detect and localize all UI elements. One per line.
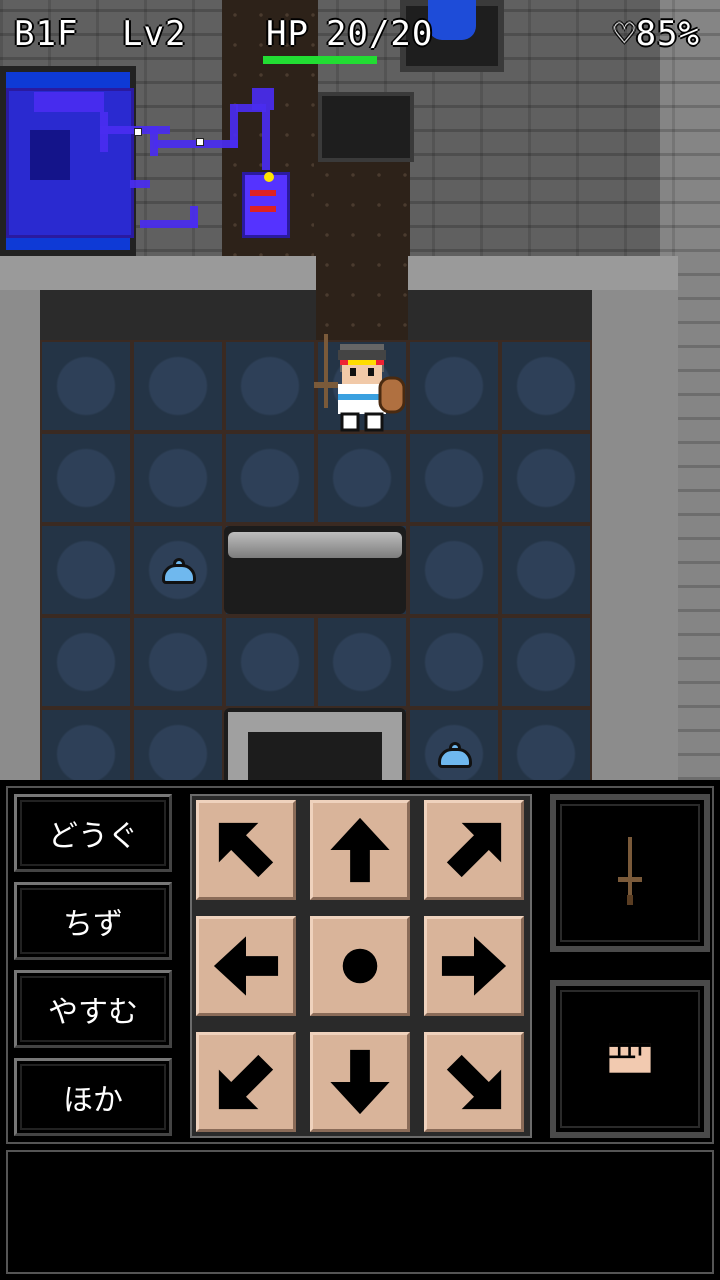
dpad-down-button[interactable] [310,1032,410,1132]
stone-pillar [224,526,406,614]
grab-button[interactable] [550,980,710,1138]
hp-value: 20/20 [326,14,434,54]
arrow-right-icon [441,936,507,996]
arrow-down-right-icon [446,1054,502,1110]
arrow-down-left-icon [218,1054,274,1110]
room-wall-left [0,290,40,780]
direction-pad [190,794,532,1138]
stone-pillar-lower [224,708,406,780]
menu-label: ほか [63,1083,123,1118]
minimap-current-room [242,172,290,238]
menu-label: どうぐ [48,819,138,854]
dpad-up-left-button[interactable] [196,800,296,900]
sword-icon [618,837,642,905]
level-indicator: Lv2 [122,14,187,54]
game-viewport: B1F Lv2 HP 20/20 ♡85% [0,0,720,780]
room-wall-inner-left [36,290,316,342]
dpad-left-button[interactable] [196,916,296,1016]
dpad-up-button[interactable] [310,800,410,900]
hero-player [314,334,406,432]
hp-bar [263,56,377,64]
menu-button-map[interactable]: ちず [14,882,172,960]
corridor-south [314,160,410,340]
minimap-player-marker [264,172,274,182]
dpad-up-right-button[interactable] [424,800,524,900]
water-drop [428,0,476,40]
menu-button-items[interactable]: どうぐ [14,794,172,872]
menu-label: ちず [63,907,123,942]
hp-bar-fill [263,56,377,64]
fist-icon [605,1043,655,1077]
arrow-up-left-icon [218,822,274,878]
dot-icon [342,948,378,984]
dpad-down-left-button[interactable] [196,1032,296,1132]
arrow-up-right-icon [446,822,502,878]
floor-indicator: B1F [14,14,79,54]
slime-enemy[interactable] [162,558,196,584]
menu-button-rest[interactable]: やすむ [14,970,172,1048]
arrow-down-icon [330,1049,390,1115]
control-panel: どうぐ ちず やすむ ほか [6,786,714,1144]
hp-label: HP [266,14,309,54]
dpad-down-right-button[interactable] [424,1032,524,1132]
dpad-right-button[interactable] [424,916,524,1016]
room-wall-right [592,290,678,780]
wall-notch [318,92,414,162]
arrow-left-icon [213,936,279,996]
slime-enemy[interactable] [438,742,472,768]
menu-button-other[interactable]: ほか [14,1058,172,1136]
arrow-up-icon [330,817,390,883]
menu-label: やすむ [48,995,138,1030]
message-log [6,1150,714,1274]
room-wall-inner-right [408,290,594,342]
dpad-wait-button[interactable] [310,916,410,1016]
attack-button[interactable] [550,794,710,952]
hunger-indicator: ♡85% [614,14,700,54]
